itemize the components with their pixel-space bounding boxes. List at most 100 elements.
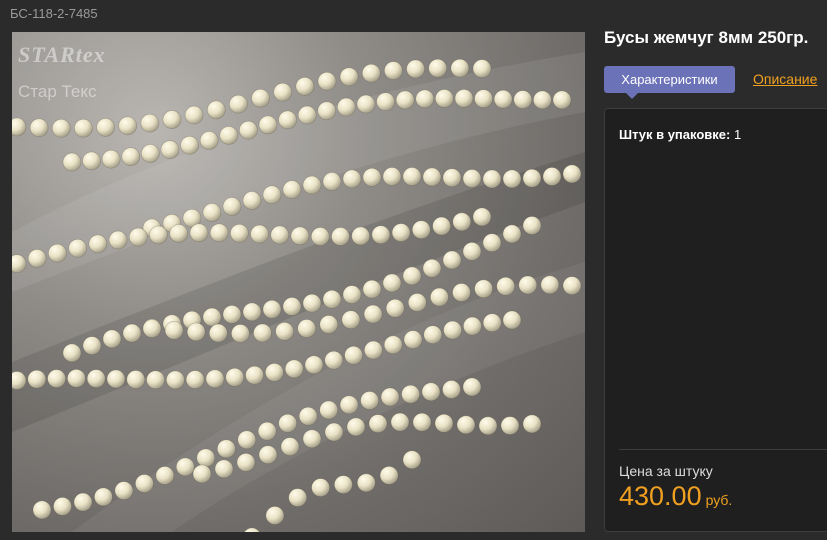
pearl-bead xyxy=(324,350,344,370)
pearl-bead xyxy=(47,369,66,388)
pearl-bead xyxy=(140,113,160,133)
pearl-bead xyxy=(322,289,342,309)
pearl-bead xyxy=(121,147,141,166)
pearl-bead xyxy=(302,175,322,195)
pearl-bead xyxy=(472,207,492,227)
pearl-bead xyxy=(478,416,498,436)
pearl-bead xyxy=(412,412,432,432)
pearl-bead xyxy=(542,167,562,186)
pearl-bead xyxy=(442,168,462,187)
price-amount: 430.00 xyxy=(619,481,702,511)
pearl-bead xyxy=(262,185,282,205)
pearl-bead xyxy=(415,89,435,109)
pearl-bead xyxy=(48,243,67,263)
pearl-bead xyxy=(450,58,470,78)
pearl-bead xyxy=(94,487,113,507)
pearl-bead xyxy=(482,313,502,333)
spec-value: 1 xyxy=(733,127,742,142)
pearl-bead xyxy=(540,275,560,295)
pearl-bead xyxy=(295,77,315,96)
pearl-bead xyxy=(379,466,399,485)
tab-description[interactable]: Описание xyxy=(753,71,817,87)
price-currency: руб. xyxy=(705,492,733,508)
pearl-bead xyxy=(482,169,502,189)
pearl-bead xyxy=(482,233,502,252)
pearl-bead xyxy=(129,227,148,247)
pearl-bead xyxy=(363,304,383,324)
pearl-bead xyxy=(443,320,462,340)
pearl-bead xyxy=(53,497,72,516)
pearl-bead xyxy=(442,250,462,270)
pearl-bead xyxy=(401,384,420,404)
pearl-bead xyxy=(368,414,388,433)
pearl-bead xyxy=(207,100,226,120)
pearl-bead xyxy=(324,422,344,442)
pearl-bead xyxy=(311,478,330,497)
pearl-bead xyxy=(108,230,128,250)
pearl-bead xyxy=(383,335,403,355)
pearl-bead xyxy=(533,90,552,110)
pearl-bead xyxy=(288,488,308,507)
pearl-bead xyxy=(342,169,362,189)
pearl-bead xyxy=(356,473,376,493)
pearl-bead xyxy=(502,169,522,189)
pearl-bead xyxy=(522,168,542,188)
pearl-bead xyxy=(317,101,337,121)
pearl-bead xyxy=(472,59,492,78)
pearl-bead xyxy=(452,212,472,232)
pearl-bead xyxy=(202,203,222,222)
pearl-bead xyxy=(462,169,482,188)
pearl-bead xyxy=(219,126,239,145)
pearl-bead xyxy=(86,369,106,388)
pearl-bead xyxy=(462,242,482,261)
product-image[interactable]: STARtex Стар Текс xyxy=(12,32,585,532)
pearl-bead xyxy=(282,297,302,316)
pearl-bead xyxy=(284,359,304,379)
pearl-bead xyxy=(562,164,582,184)
pearl-bead xyxy=(51,119,71,138)
pearl-bead xyxy=(380,387,400,407)
pearl-bead xyxy=(142,319,162,338)
pearl-bead xyxy=(518,275,538,295)
pearl-bead xyxy=(27,369,47,389)
pearl-bead xyxy=(351,226,371,246)
pearl-bead xyxy=(341,310,361,330)
pearl-bead xyxy=(169,224,188,243)
tab-characteristics[interactable]: Характеристики xyxy=(604,66,735,99)
pearl-bead xyxy=(402,167,422,186)
pearls-illustration xyxy=(12,52,585,532)
pearl-bead xyxy=(562,276,582,295)
product-title: Бусы жемчуг 8мм 250гр. xyxy=(604,28,809,47)
pearl-bead xyxy=(428,58,448,78)
pearl-bead xyxy=(317,71,337,91)
pearl-bead xyxy=(32,500,52,520)
pearl-bead xyxy=(474,279,493,299)
pearl-bead xyxy=(496,277,516,296)
pearl-bead xyxy=(360,391,379,410)
pearl-bead xyxy=(253,323,272,343)
pearl-bead xyxy=(395,90,415,110)
pearl-bead xyxy=(462,377,482,397)
pearl-bead xyxy=(297,319,317,338)
pearl-bead xyxy=(217,439,236,459)
pearl-bead xyxy=(236,453,256,472)
pearl-bead xyxy=(361,63,381,83)
pearl-bead xyxy=(339,395,359,415)
pearl-bead xyxy=(337,97,356,117)
pearl-bead xyxy=(500,416,520,435)
pearl-bead xyxy=(391,223,411,242)
pearl-bead xyxy=(250,224,269,244)
pearl-bead xyxy=(304,355,324,375)
pearl-bead xyxy=(273,82,293,102)
pearl-bead xyxy=(101,149,121,169)
pearl-bead xyxy=(222,197,242,216)
pearl-bead xyxy=(231,324,250,343)
pearl-bead xyxy=(67,369,86,388)
pearl-bead xyxy=(146,370,165,390)
pearl-bead xyxy=(164,320,184,340)
pearl-bead xyxy=(176,457,195,477)
pearl-bead xyxy=(214,459,234,479)
pearl-bead xyxy=(270,225,290,245)
pearl-bead xyxy=(180,136,199,155)
pearl-bead xyxy=(290,226,310,246)
